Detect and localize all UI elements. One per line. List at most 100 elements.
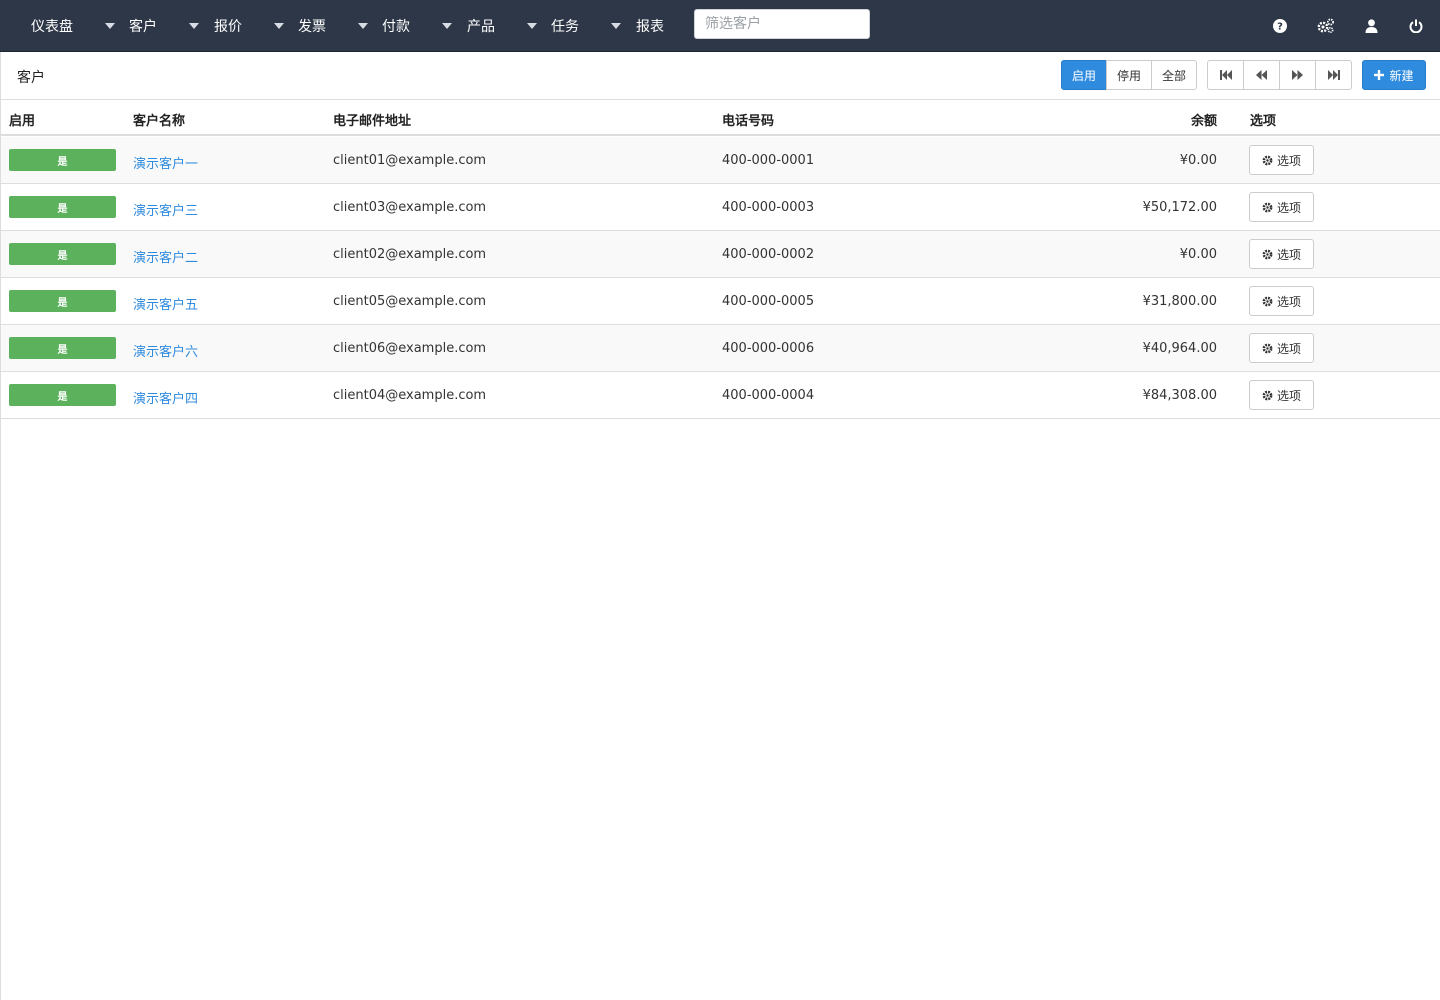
client-email: client03@example.com (333, 200, 487, 215)
column-header-balance[interactable]: 余额 (1191, 110, 1217, 129)
nav-menu-payments[interactable]: 付款 (382, 0, 410, 51)
settings-icon[interactable] (1315, 15, 1337, 37)
nav-reports-caret-icon[interactable] (611, 23, 621, 29)
nav-customers-caret-icon[interactable] (105, 23, 115, 29)
active-status-badge: 是 (9, 337, 116, 359)
column-header-phone[interactable]: 电话号码 (722, 110, 774, 129)
client-balance: ¥84,308.00 (1142, 388, 1217, 403)
client-name-link[interactable]: 演示客户五 (133, 294, 198, 313)
table-row: 是演示客户一 client01@example.com 400-000-0001 ¥0… (1, 137, 1440, 184)
last-page-icon (1327, 70, 1340, 80)
client-name-link[interactable]: 演示客户六 (133, 341, 198, 360)
first-page-icon (1219, 70, 1232, 80)
client-email: client05@example.com (333, 294, 487, 309)
cog-icon (1262, 249, 1273, 259)
row-options-button[interactable]: 选项 (1249, 239, 1314, 269)
client-name-link[interactable]: 演示客户二 (133, 247, 198, 266)
row-options-label: 选项 (1276, 294, 1301, 309)
nav-invoices-caret-icon[interactable] (274, 23, 284, 29)
first-page-button[interactable] (1207, 60, 1244, 90)
clients-table: 启用 客户名称 电子邮件地址 电话号码 余额 选项 是演示客户一 client01… (0, 100, 1440, 1000)
active-status-badge: 是 (9, 243, 116, 265)
client-balance: ¥40,964.00 (1142, 341, 1217, 356)
nav-tasks-caret-icon[interactable] (527, 23, 537, 29)
filter-all-button[interactable]: 全部 (1151, 60, 1197, 90)
next-page-button[interactable] (1279, 60, 1316, 90)
client-name-link[interactable]: 演示客户三 (133, 200, 198, 219)
nav-menu-label: 付款 (382, 18, 410, 35)
row-options-label: 选项 (1276, 247, 1301, 262)
column-header-email[interactable]: 电子邮件地址 (333, 110, 411, 129)
client-balance: ¥31,800.00 (1142, 294, 1217, 309)
nav-menu-label: 产品 (467, 18, 495, 35)
client-name-link[interactable]: 演示客户四 (133, 388, 198, 407)
nav-menu-invoices[interactable]: 发票 (298, 0, 326, 51)
client-phone: 400-000-0002 (722, 247, 815, 262)
nav-dashboard[interactable]: 仪表盘 (31, 0, 73, 51)
cog-icon (1262, 343, 1273, 353)
prev-page-button[interactable] (1243, 60, 1280, 90)
column-header-active[interactable]: 启用 (9, 110, 35, 129)
page-header: 客户 启用 停用 全部 新建 (0, 52, 1440, 100)
row-options-button[interactable]: 选项 (1249, 192, 1314, 222)
filter-active-button[interactable]: 启用 (1061, 60, 1107, 90)
active-status-badge: 是 (9, 196, 116, 218)
cog-icon (1262, 155, 1273, 165)
row-options-label: 选项 (1276, 388, 1301, 403)
page-title: 客户 (17, 70, 45, 86)
forward-icon (1292, 70, 1303, 80)
client-balance: ¥0.00 (1179, 247, 1217, 262)
client-phone: 400-000-0001 (722, 153, 815, 168)
rewind-icon (1256, 70, 1267, 80)
column-header-name[interactable]: 客户名称 (133, 110, 185, 129)
table-row: 是演示客户四 client04@example.com 400-000-0004 ¥8… (1, 372, 1440, 419)
client-email: client01@example.com (333, 153, 487, 168)
active-status-badge: 是 (9, 149, 116, 171)
table-header: 启用 客户名称 电子邮件地址 电话号码 余额 选项 (1, 100, 1440, 136)
filter-inactive-button[interactable]: 停用 (1106, 60, 1152, 90)
client-name-link[interactable]: 演示客户一 (133, 153, 198, 172)
nav-quotes-caret-icon[interactable] (189, 23, 199, 29)
table-row: 是演示客户六 client06@example.com 400-000-0006 ¥4… (1, 325, 1440, 372)
row-options-label: 选项 (1276, 200, 1301, 215)
row-options-label: 选项 (1276, 341, 1301, 356)
nav-menu-label: 报价 (214, 18, 242, 35)
nav-payments-caret-icon[interactable] (358, 23, 368, 29)
top-navbar: 仪表盘 客户 报价 发票 付款 产品 任务 报表 ? (0, 0, 1440, 52)
nav-dashboard-label: 仪表盘 (31, 18, 73, 35)
nav-menu-reports[interactable]: 报表 (636, 0, 664, 51)
client-balance: ¥0.00 (1179, 153, 1217, 168)
client-phone: 400-000-0006 (722, 341, 815, 356)
nav-menu-quotes[interactable]: 报价 (214, 0, 242, 51)
new-client-button[interactable]: 新建 (1362, 60, 1426, 90)
plus-icon (1374, 70, 1385, 80)
table-row: 是演示客户二 client02@example.com 400-000-0002 ¥0… (1, 231, 1440, 278)
nav-products-caret-icon[interactable] (442, 23, 452, 29)
nav-menu-customers[interactable]: 客户 (129, 0, 157, 51)
cog-icon (1262, 202, 1273, 212)
table-row: 是演示客户五 client05@example.com 400-000-0005 ¥3… (1, 278, 1440, 325)
row-options-button[interactable]: 选项 (1249, 145, 1314, 175)
power-icon[interactable] (1405, 15, 1427, 37)
client-email: client04@example.com (333, 388, 487, 403)
last-page-button[interactable] (1315, 60, 1352, 90)
client-phone: 400-000-0004 (722, 388, 815, 403)
help-icon[interactable]: ? (1269, 15, 1291, 37)
row-options-button[interactable]: 选项 (1249, 380, 1314, 410)
table-row: 是演示客户三 client03@example.com 400-000-0003 ¥5… (1, 184, 1440, 231)
column-header-options: 选项 (1250, 114, 1277, 129)
nav-menu-label: 客户 (129, 18, 157, 35)
client-email: client06@example.com (333, 341, 487, 356)
row-options-button[interactable]: 选项 (1249, 333, 1314, 363)
row-options-label: 选项 (1276, 153, 1301, 168)
nav-menu-tasks[interactable]: 任务 (551, 0, 579, 51)
client-phone: 400-000-0005 (722, 294, 815, 309)
nav-menu-label: 任务 (551, 18, 579, 35)
cog-icon (1262, 296, 1273, 306)
filter-clients-input[interactable] (694, 9, 870, 39)
cog-icon (1262, 390, 1273, 400)
user-icon[interactable] (1360, 15, 1382, 37)
nav-menu-label: 报表 (636, 18, 664, 35)
row-options-button[interactable]: 选项 (1249, 286, 1314, 316)
nav-menu-products[interactable]: 产品 (467, 0, 495, 51)
